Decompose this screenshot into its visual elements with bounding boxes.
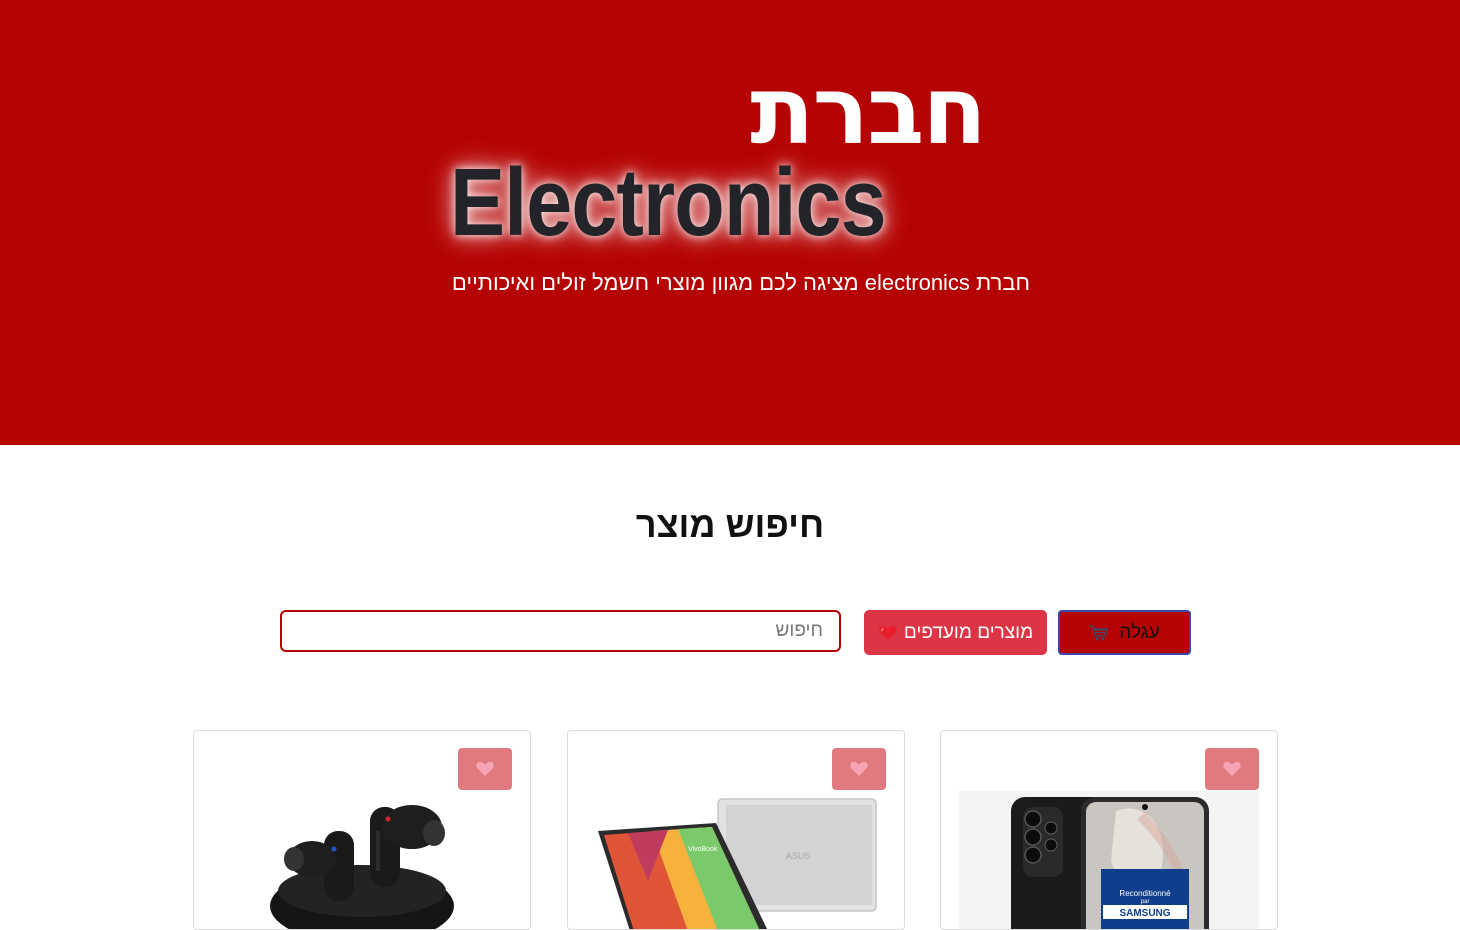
heart-icon <box>850 761 868 776</box>
product-card[interactable]: ASUS VivoBook <box>567 730 905 930</box>
heart-icon <box>878 623 898 643</box>
svg-text:SAMSUNG: SAMSUNG <box>1119 908 1170 919</box>
product-card[interactable] <box>193 730 531 930</box>
cart-icon <box>1089 624 1109 642</box>
cart-button[interactable]: עגלה <box>1058 610 1191 655</box>
svg-text:ASUS: ASUS <box>786 851 811 861</box>
heart-icon <box>1223 761 1241 776</box>
heart-icon <box>476 761 494 776</box>
svg-text:par: par <box>1141 899 1150 905</box>
cart-label: עגלה <box>1119 621 1160 643</box>
hero-banner: חברת Electronics חברת electronics מציגה … <box>0 0 1460 445</box>
hero-title-hebrew: חברת <box>750 57 987 166</box>
hero-title-english: Electronics <box>450 149 886 256</box>
search-input[interactable] <box>280 610 841 652</box>
favorite-toggle-button[interactable] <box>458 748 512 790</box>
favorite-toggle-button[interactable] <box>1205 748 1259 790</box>
search-heading: חיפוש מוצר <box>635 504 825 545</box>
svg-text:VivoBook: VivoBook <box>688 846 718 853</box>
svg-text:Reconditionné: Reconditionné <box>1119 889 1171 898</box>
product-card[interactable]: Reconditionné par SAMSUNG <box>940 730 1278 930</box>
favorites-label: מוצרים מועדפים <box>903 621 1034 643</box>
favorite-toggle-button[interactable] <box>832 748 886 790</box>
favorites-button[interactable]: מוצרים מועדפים <box>864 610 1047 655</box>
hero-subtitle: חברת electronics מציגה לכם מגוון מוצרי ח… <box>451 270 1030 295</box>
